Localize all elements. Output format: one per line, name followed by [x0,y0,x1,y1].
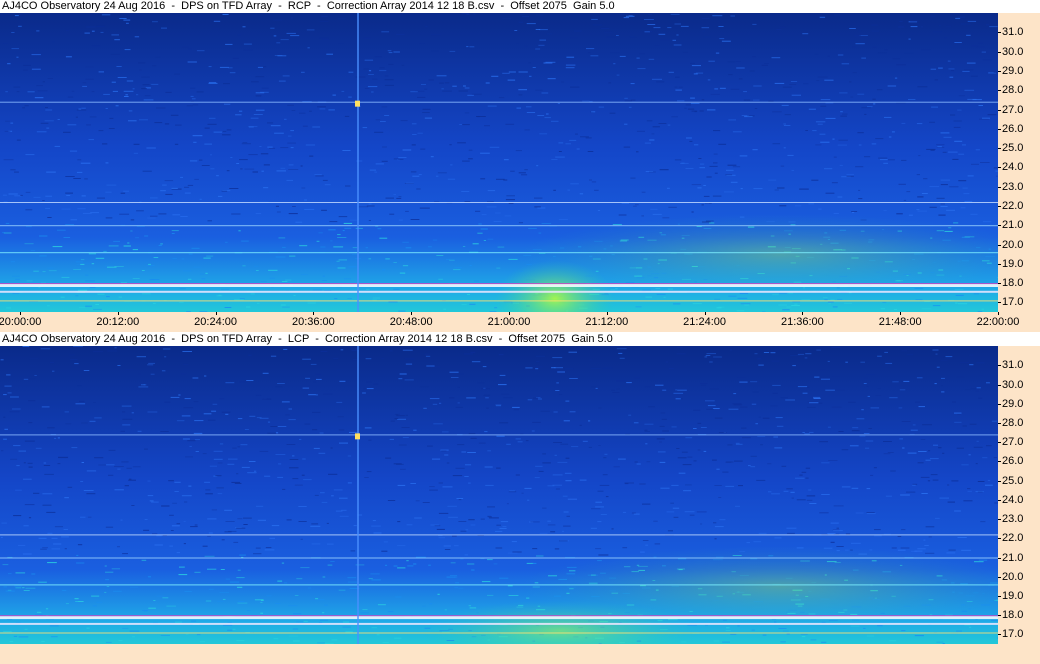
time-tick-mark [704,312,706,315]
frequency-tick-label: 22.0 [997,532,1024,545]
time-tick-label: 21:36:00 [780,316,824,328]
interference-band [0,632,998,634]
interference-band [0,300,998,302]
frequency-tick-label: 26.0 [997,455,1024,468]
time-tick-mark [900,312,902,315]
frequency-tick-label: 19.0 [997,257,1024,270]
interference-band [0,534,998,536]
time-tick-mark [313,312,315,315]
time-axis: 20:00:00 20:12:00 20:24:00 20:36:00 20:48:00… [0,312,1040,332]
interference-band [0,434,998,436]
interference-band [0,584,998,586]
interference-spot [355,100,360,107]
frequency-tick-label: 29.0 [997,397,1024,410]
lcp-spectrogram [0,346,998,644]
frequency-tick-label: 27.0 [997,436,1024,449]
interference-band [0,283,998,285]
frequency-tick-label: 21.0 [997,219,1024,232]
interference-band [0,225,998,227]
time-tick-mark [509,312,510,315]
spectrogram-svg [0,346,998,644]
spectrogram-svg [0,13,998,312]
frequency-tick-label: 30.0 [997,45,1024,58]
frequency-tick-label: 24.0 [997,161,1024,174]
frequency-tick-label: 29.0 [997,64,1024,77]
frequency-tick-label: 18.0 [997,609,1024,622]
time-tick-mark [117,312,119,315]
interference-band [0,284,998,287]
interference-band [0,557,998,559]
frequency-tick-label: 20.0 [997,570,1024,583]
frequency-tick-label: 18.0 [997,277,1024,290]
frequency-tick-label: 25.0 [997,474,1024,487]
time-tick-label: 22:00:00 [976,316,1020,328]
time-tick-mark [606,312,608,315]
frequency-tick-label: 30.0 [997,378,1024,391]
frequency-tick-label: 17.0 [997,296,1024,309]
frequency-tick-label: 23.0 [997,180,1024,193]
time-tick-mark [411,312,413,315]
frequency-tick-label: 25.0 [997,142,1024,154]
frequency-tick-label: 26.0 [997,122,1024,135]
frequency-tick-label: 23.0 [997,513,1024,525]
time-tick-label: 20:36:00 [291,316,335,328]
interference-band [0,616,998,620]
frequency-tick-label: 21.0 [997,551,1024,564]
time-tick-mark [20,312,21,315]
bottom-axis-strip [0,644,1040,664]
frequency-tick-label: 31.0 [997,359,1024,372]
interference-band [0,615,998,617]
vertical-interference [357,346,359,644]
interference-spot [355,433,360,440]
frequency-tick-label: 28.0 [997,416,1024,429]
frequency-tick-label: 19.0 [997,589,1024,602]
frequency-tick-label: 31.0 [997,26,1024,39]
panel-2-title: AJ4CO Observatory 24 Aug 2016 - DPS on T… [2,333,613,345]
rcp-spectrogram [0,13,998,312]
time-tick-mark [998,312,999,315]
interference-band [0,202,998,203]
vertical-interference [357,13,359,312]
time-tick-mark [802,312,804,315]
time-tick-label: 20:00:00 [0,316,42,328]
frequency-tick-label: 22.0 [997,199,1024,212]
time-tick-label: 20:12:00 [96,316,140,328]
interference-band [0,101,998,103]
time-tick-label: 21:24:00 [683,316,727,328]
interference-band [0,252,998,254]
time-tick-mark [215,312,217,315]
frequency-tick-label: 20.0 [997,238,1024,251]
time-tick-label: 20:48:00 [389,316,433,328]
time-tick-label: 21:00:00 [487,316,531,328]
time-tick-label: 21:12:00 [585,316,629,328]
interference-band [0,622,998,625]
panel-1-title: AJ4CO Observatory 24 Aug 2016 - DPS on T… [2,0,615,12]
time-tick-label: 20:24:00 [194,316,238,328]
lcp-frequency-axis: 17.0 18.0 19.0 20.0 21.0 22.0 23.0 24.0 25.0 26.0… [997,346,1040,644]
interference-band [0,290,998,293]
frequency-tick-label: 17.0 [997,628,1024,641]
frequency-tick-label: 28.0 [997,84,1024,97]
rcp-frequency-axis: 17.0 18.0 19.0 20.0 21.0 22.0 23.0 24.0 25.0 26.0… [997,13,1040,312]
frequency-tick-label: 27.0 [997,103,1024,116]
frequency-tick-label: 24.0 [997,493,1024,506]
time-tick-label: 21:48:00 [878,316,922,328]
